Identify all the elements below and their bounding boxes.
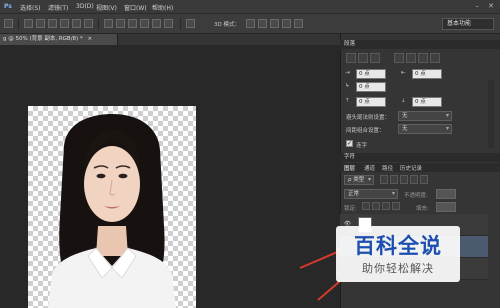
portrait-image: [48, 114, 176, 308]
indent-first-line-input[interactable]: 0 点: [356, 82, 386, 92]
options-bar: 3D 模式： 基本功能: [0, 14, 500, 34]
indent-right-input[interactable]: 0 点: [412, 69, 442, 79]
filter-shape-icon[interactable]: [410, 175, 418, 184]
indent-left-input[interactable]: 0 点: [356, 69, 386, 79]
close-window-button[interactable]: ✕: [486, 2, 496, 11]
document-tab-label: g @ 50% (背景 副本, RGB/8) *: [3, 36, 83, 42]
divider: [98, 18, 99, 30]
align-vcenter-icon[interactable]: [36, 19, 45, 28]
composer-dropdown[interactable]: 无: [398, 124, 452, 134]
tab-layers[interactable]: 图层: [344, 164, 355, 172]
distribute-vcenter-icon[interactable]: [116, 19, 125, 28]
filter-pixel-icon[interactable]: [380, 175, 388, 184]
lock-transparent-icon[interactable]: [362, 202, 370, 210]
divider: [18, 18, 19, 30]
watermark-logo: 百科全说 助你轻松解决: [336, 226, 460, 282]
justify-all-icon[interactable]: [430, 53, 440, 63]
distribute-right-icon[interactable]: [164, 19, 173, 28]
menu-select[interactable]: 选择(S): [20, 3, 41, 12]
menu-bar: Ps 选择(S) 滤镜(T) 3D(D) 视图(V) 窗口(W) 帮助(H) –…: [0, 0, 500, 14]
opacity-input[interactable]: [436, 189, 456, 199]
align-left-icon[interactable]: [60, 19, 69, 28]
indent-right-icon: ⇤: [401, 70, 406, 76]
tab-close-icon[interactable]: ×: [87, 36, 92, 42]
tab-paths[interactable]: 路径: [382, 164, 393, 172]
align-left-text-icon[interactable]: [346, 53, 356, 63]
tab-strip: [118, 34, 340, 45]
distribute-top-icon[interactable]: [104, 19, 113, 28]
menu-3d[interactable]: 3D(D): [76, 3, 94, 10]
paragraph-panel-title: 段落: [340, 40, 500, 49]
app-logo: Ps: [4, 3, 12, 10]
hyphenate-checkbox[interactable]: ✓: [346, 140, 353, 147]
lock-pixels-icon[interactable]: [372, 202, 380, 210]
character-panel-tab[interactable]: 字符: [340, 153, 500, 162]
blend-mode-dropdown[interactable]: 正常: [344, 189, 398, 199]
opacity-label: 不透明度:: [404, 193, 428, 199]
tab-history[interactable]: 历史记录: [400, 164, 422, 172]
hyphenate-label: 连字: [356, 143, 368, 149]
filter-adjustment-icon[interactable]: [390, 175, 398, 184]
document-tab[interactable]: g @ 50% (背景 副本, RGB/8) * ×: [0, 34, 118, 45]
lock-label: 锁定:: [344, 206, 357, 212]
lock-all-icon[interactable]: [392, 202, 400, 210]
justify-last-left-icon[interactable]: [394, 53, 404, 63]
align-bottom-icon[interactable]: [48, 19, 57, 28]
distribute-left-icon[interactable]: [140, 19, 149, 28]
distribute-hcenter-icon[interactable]: [152, 19, 161, 28]
align-right-text-icon[interactable]: [370, 53, 380, 63]
kinsoku-dropdown[interactable]: 无: [398, 111, 452, 121]
composer-label: 间距组合设置：: [346, 128, 385, 134]
space-before-icon: ⇡: [345, 98, 350, 104]
fill-input[interactable]: [436, 202, 456, 212]
3d-mode-label: 3D 模式：: [214, 22, 240, 28]
3d-roll-icon[interactable]: [258, 19, 267, 28]
space-before-input[interactable]: 0 点: [356, 97, 386, 107]
document-canvas[interactable]: [28, 106, 196, 308]
justify-last-right-icon[interactable]: [418, 53, 428, 63]
space-after-icon: ⇣: [401, 98, 406, 104]
workspace-dropdown[interactable]: 基本功能: [442, 18, 494, 30]
fill-label: 填充:: [416, 206, 429, 212]
layer-filter-dropdown[interactable]: ρ 类型: [344, 175, 374, 185]
auto-align-icon[interactable]: [186, 19, 195, 28]
lock-position-icon[interactable]: [382, 202, 390, 210]
minimize-button[interactable]: –: [472, 2, 482, 11]
align-right-icon[interactable]: [84, 19, 93, 28]
menu-filter[interactable]: 滤镜(T): [48, 3, 68, 12]
layers-tab-bar: 图层 通道 路径 历史记录: [340, 163, 500, 172]
distribute-bottom-icon[interactable]: [128, 19, 137, 28]
divider: [180, 18, 181, 30]
watermark-title: 百科全说: [354, 234, 442, 258]
menu-view[interactable]: 视图(V): [96, 3, 117, 12]
space-after-input[interactable]: 0 点: [412, 97, 442, 107]
tool-preset-button[interactable]: [4, 19, 13, 28]
menu-help[interactable]: 帮助(H): [152, 3, 173, 12]
watermark-subtitle: 助你轻松解决: [362, 262, 434, 275]
filter-smart-icon[interactable]: [420, 175, 428, 184]
3d-slide-icon[interactable]: [282, 19, 291, 28]
3d-drag-icon[interactable]: [270, 19, 279, 28]
3d-scale-icon[interactable]: [294, 19, 303, 28]
panel-scrollbar[interactable]: [488, 80, 494, 148]
tab-channels[interactable]: 通道: [364, 164, 375, 172]
indent-first-line-icon: ↳: [345, 83, 350, 89]
menu-window[interactable]: 窗口(W): [124, 3, 147, 12]
filter-type-icon[interactable]: [400, 175, 408, 184]
indent-left-icon: ⇥: [345, 70, 350, 76]
align-top-icon[interactable]: [24, 19, 33, 28]
3d-rotate-icon[interactable]: [246, 19, 255, 28]
align-center-text-icon[interactable]: [358, 53, 368, 63]
kinsoku-label: 避头尾法则设置：: [346, 115, 391, 121]
justify-last-center-icon[interactable]: [406, 53, 416, 63]
align-hcenter-icon[interactable]: [72, 19, 81, 28]
